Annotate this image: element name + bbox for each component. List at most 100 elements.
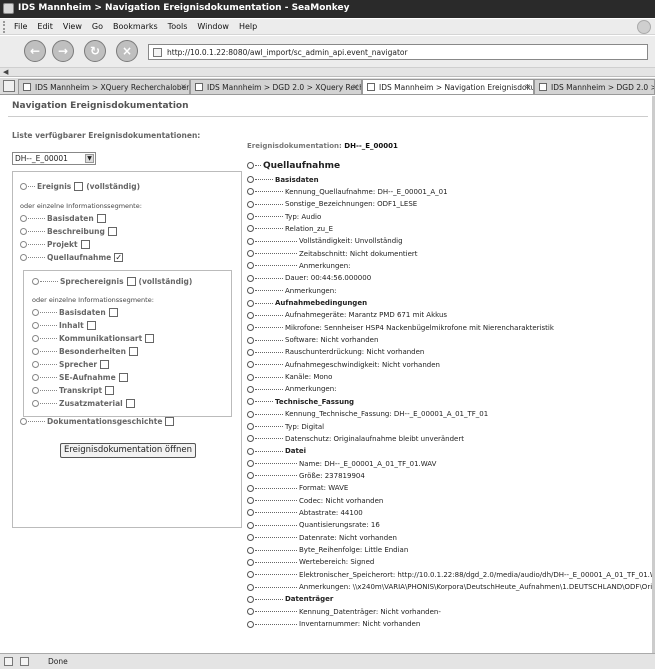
speech-segment-option: Besonderheiten [32,347,141,356]
tree-node-icon[interactable] [247,200,254,208]
tree-node-icon[interactable] [247,162,254,169]
tree-node-icon[interactable] [247,497,254,505]
tree-node-icon[interactable] [247,336,254,344]
documentation-select[interactable]: DH--_E_00001 ▼ [12,152,96,165]
menu-window[interactable]: Window [197,22,229,31]
online-icon[interactable] [20,657,29,666]
tree-node-icon[interactable] [247,546,254,554]
tree-node-icon [32,361,39,368]
forward-button[interactable]: → [52,40,74,62]
menu-tools[interactable]: Tools [168,22,188,31]
open-documentation-button[interactable]: Ereignisdokumentation öffnen [60,443,196,458]
tree-node-icon[interactable] [247,423,254,430]
tree-item: Byte_Reihenfolge: Little Endian [247,545,408,556]
speech-event-checkbox[interactable] [126,277,136,286]
tree-node-icon[interactable] [247,620,254,628]
chevron-down-icon[interactable]: ▼ [85,154,94,163]
tree-node-icon[interactable] [247,361,254,369]
tree-node-icon[interactable] [247,311,254,319]
speech-segment-option: Inhalt [32,321,99,330]
tree-node-icon[interactable] [247,398,254,406]
tree-node-icon[interactable] [247,435,254,443]
tree-item-text: Technische_Fassung [275,397,355,406]
tab-xquery-2[interactable]: IDS Mannheim > DGD 2.0 > XQuery Reche...… [190,79,362,94]
tree-item-text: Datei [285,447,307,456]
tab-xquery-1[interactable]: IDS Mannheim > XQuery Recherchaloberfla.… [18,79,190,94]
toolbar-grip[interactable] [3,21,9,33]
menu-go[interactable]: Go [92,22,103,31]
tree-node-icon[interactable] [247,274,254,282]
event-segment-label: Beschreibung [47,227,105,236]
tree-node-icon[interactable] [247,299,254,307]
tree-node-icon[interactable] [247,460,254,468]
event-segment-checkbox[interactable] [96,214,106,223]
reload-button[interactable]: ↻ [84,40,106,62]
menu-view[interactable]: View [63,22,82,31]
tree-node-icon[interactable] [247,188,254,196]
tree-node-icon [20,215,27,222]
tree-node-icon[interactable] [247,484,254,492]
toolbar-scroll-strip: ◀ [0,68,655,77]
tree-node-icon[interactable] [247,250,254,258]
tree-item-text: Inventarnummer: Nicht vorhanden [299,620,421,629]
url-field[interactable]: http://10.0.1.22:8080/awl_import/sc_admi… [148,44,648,60]
tree-section: Datenträger [247,594,333,605]
tree-node-icon[interactable] [247,447,254,455]
event-segment-checkbox[interactable] [107,227,117,236]
tree-node-icon[interactable] [247,176,254,183]
speech-segment-checkbox[interactable] [125,399,135,408]
speech-segment-checkbox[interactable] [100,360,110,369]
menu-bookmarks[interactable]: Bookmarks [113,22,158,31]
status-bar: Done [0,653,655,669]
tree-node-icon[interactable] [247,509,254,517]
history-checkbox[interactable] [165,417,175,426]
speech-segment-checkbox[interactable] [108,308,118,317]
event-segment-checkbox[interactable]: ✓ [114,253,124,262]
tree-node-icon[interactable] [247,571,254,579]
tab-bar: IDS Mannheim > XQuery Recherchaloberfla.… [0,78,655,95]
page-title: Navigation Ereignisdokumentation [12,101,189,111]
tab-close-icon[interactable]: × [352,82,359,91]
tab-xquery-3[interactable]: IDS Mannheim > DGD 2.0 > XQu [534,79,655,94]
tree-node-icon[interactable] [247,237,254,245]
menu-help[interactable]: Help [239,22,257,31]
tree-node-icon[interactable] [247,595,254,603]
tab-close-icon[interactable]: × [180,82,187,91]
tree-item-text: Byte_Reihenfolge: Little Endian [299,546,409,554]
tree-node-icon[interactable] [247,534,254,542]
event-segment-checkbox[interactable] [80,240,90,249]
new-tab-button[interactable] [3,80,15,92]
tree-node-icon[interactable] [247,213,254,221]
tree-node-icon[interactable] [247,521,254,529]
event-checkbox[interactable] [74,182,84,191]
tree-node-icon[interactable] [247,287,254,295]
event-segments-note: oder einzelne Informationssegmente: [20,202,142,210]
tree-node-icon[interactable] [247,583,254,591]
tree-node-icon[interactable] [247,225,254,233]
speech-segment-checkbox[interactable] [145,334,155,343]
tab-close-icon[interactable]: × [524,82,531,91]
menu-file[interactable]: File [14,22,27,31]
tree-node-icon[interactable] [247,348,254,356]
tree-node-icon[interactable] [247,608,254,616]
scroll-left-icon[interactable]: ◀ [3,68,8,76]
tree-node-icon[interactable] [247,472,254,480]
documentation-id: DH--_E_00001 [344,142,398,150]
speech-segment-checkbox[interactable] [86,321,96,330]
menu-edit[interactable]: Edit [37,22,53,31]
speech-event-option: Sprechereignis (vollständig) [32,277,195,286]
tree-node-icon[interactable] [247,385,254,393]
tree-item: Zeitabschnitt: Nicht dokumentiert [247,248,418,259]
tree-node-icon[interactable] [247,558,254,566]
tab-navigation-active[interactable]: IDS Mannheim > Navigation Ereignisdokum.… [362,79,534,94]
stop-button[interactable]: × [116,40,138,62]
speech-segment-checkbox[interactable] [105,386,115,395]
tree-item: Quantisierungsrate: 16 [247,520,380,531]
back-button[interactable]: ← [24,40,46,62]
speech-segment-checkbox[interactable] [128,347,138,356]
tree-node-icon[interactable] [247,262,254,270]
speech-segment-checkbox[interactable] [118,373,128,382]
tree-node-icon[interactable] [247,373,254,381]
tree-node-icon[interactable] [247,410,254,418]
tree-node-icon[interactable] [247,324,254,332]
